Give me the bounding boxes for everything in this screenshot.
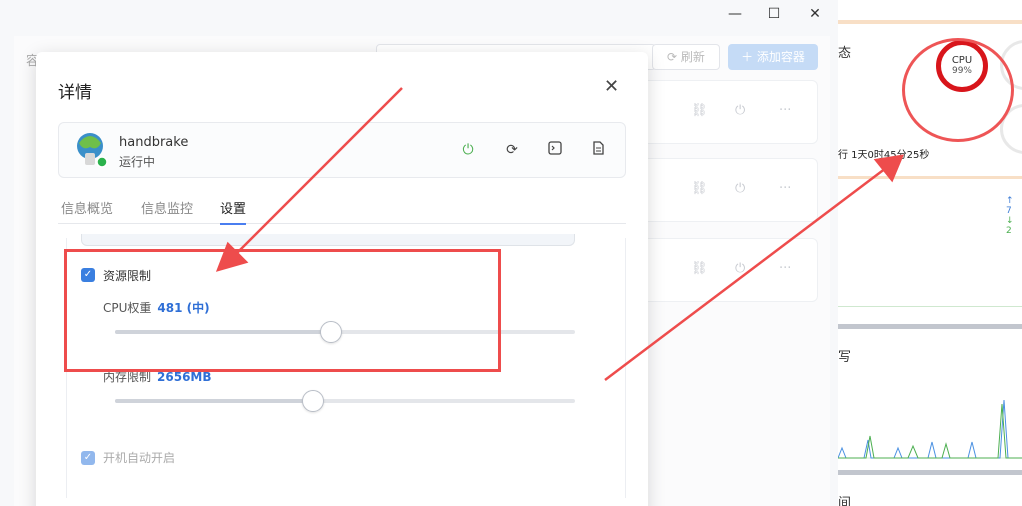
annotation-arrow — [604, 167, 887, 381]
annotation-arrow — [231, 87, 403, 259]
annotation-arrows — [215, 87, 905, 381]
arrowhead — [873, 154, 905, 183]
